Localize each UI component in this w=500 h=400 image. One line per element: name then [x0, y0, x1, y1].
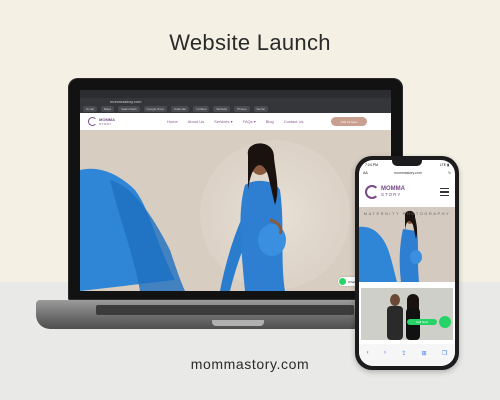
- nav-services[interactable]: Services ▾: [214, 119, 232, 124]
- whatsapp-icon[interactable]: [439, 316, 451, 328]
- moon-logo-icon: [365, 185, 379, 199]
- nav-about[interactable]: About Us: [188, 119, 204, 124]
- phone-maternity-photo: [359, 210, 422, 282]
- logo-line-2: STORY: [99, 121, 112, 126]
- site-header: MOMMA STORY Home About Us Services ▾ FAQ…: [80, 113, 391, 130]
- laptop-lid-notch: [212, 320, 264, 326]
- bookmark[interactable]: Social: [253, 106, 268, 112]
- nav-contact[interactable]: Contact Us: [284, 119, 304, 124]
- phone-address-text: mommastory.com: [394, 171, 422, 175]
- text-size-button[interactable]: AA: [363, 171, 368, 175]
- bookmark[interactable]: Gmail: [83, 106, 97, 112]
- site-nav-links: Home About Us Services ▾ FAQs ▾ Blog Con…: [167, 119, 304, 124]
- hero-image: WhatsApp: [80, 130, 391, 291]
- bookmark[interactable]: Sales Dash: [118, 106, 140, 112]
- bookmark[interactable]: Photos: [234, 106, 250, 112]
- reload-icon[interactable]: ↻: [448, 171, 451, 175]
- phone-site-header: MOMMA STORY: [359, 177, 455, 208]
- call-now-chip[interactable]: Call Now: [407, 319, 437, 325]
- footer-url: mommastory.com: [190, 356, 310, 372]
- hero-banner-text: MATERNITY PHOTOGRAPHY: [363, 211, 451, 216]
- bookmark[interactable]: Maps: [100, 106, 115, 112]
- bookmark[interactable]: Calendar: [171, 106, 190, 112]
- browser-tab-strip: [80, 90, 391, 98]
- whatsapp-icon: [339, 278, 346, 285]
- status-time: 7:24 PM: [365, 162, 379, 167]
- bookmark[interactable]: Untitled: [193, 106, 210, 112]
- laptop-screen: mommastory.com Gmail Maps Sales Dash Goo…: [80, 90, 391, 291]
- maternity-photo-illustration: [80, 143, 286, 291]
- phone-address-bar[interactable]: AA mommastory.com ↻: [359, 169, 455, 177]
- phone-notch: [392, 160, 422, 166]
- logo-line-1: MOMMA: [99, 116, 115, 122]
- logo-line-2: STORY: [381, 192, 402, 197]
- bookmark[interactable]: Google Drive: [143, 106, 168, 112]
- nav-blog[interactable]: Blog: [266, 119, 274, 124]
- phone-site-logo[interactable]: MOMMA STORY: [381, 186, 405, 198]
- nav-home[interactable]: Home: [167, 119, 178, 124]
- moon-logo-icon: [88, 117, 97, 126]
- status-signal: LTE ▮: [439, 162, 449, 167]
- bookmark[interactable]: Website: [213, 106, 231, 112]
- hamburger-menu-icon[interactable]: [440, 188, 449, 196]
- headline: Website Launch: [169, 30, 331, 55]
- laptop-keyboard: [96, 305, 354, 315]
- couple-photo: Call Now: [361, 288, 453, 340]
- address-text: mommastory.com: [110, 99, 142, 104]
- phone-hero-image: MATERNITY PHOTOGRAPHY: [359, 207, 455, 282]
- browser-address-bar[interactable]: mommastory.com: [80, 98, 391, 105]
- call-now-button[interactable]: Call Us Now: [331, 117, 367, 126]
- nav-faqs[interactable]: FAQs ▾: [243, 119, 256, 124]
- bookmarks-bar: Gmail Maps Sales Dash Google Drive Calen…: [80, 105, 391, 113]
- site-logo[interactable]: MOMMA STORY: [88, 117, 115, 126]
- phone-screen: 7:24 PM LTE ▮ AA mommastory.com ↻ MOMMA …: [359, 160, 455, 366]
